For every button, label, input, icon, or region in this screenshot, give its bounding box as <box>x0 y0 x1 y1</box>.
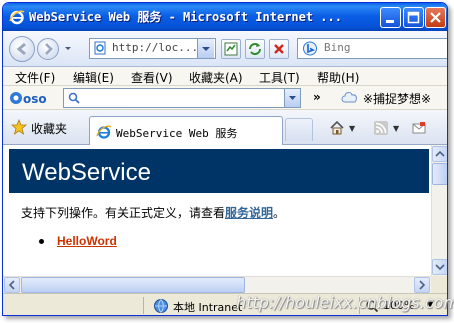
search-placeholder: Bing <box>324 41 351 54</box>
horizontal-scrollbar[interactable] <box>3 276 431 293</box>
favorites-button[interactable]: 收藏夹 <box>31 120 67 137</box>
menu-tools[interactable]: 工具(T) <box>259 69 300 86</box>
soso-catch-dream-button[interactable]: ※捕捉梦想※ <box>363 90 431 107</box>
recent-pages-dropdown-icon[interactable] <box>63 42 73 54</box>
feeds-icon[interactable] <box>373 120 389 136</box>
feeds-dropdown-button[interactable]: ▼ <box>393 124 399 133</box>
chevron-down-icon <box>289 96 296 100</box>
horizontal-scroll-thumb[interactable] <box>21 277 245 293</box>
title-bar[interactable]: WebService Web 服务 - Microsoft Internet .… <box>3 3 447 31</box>
chevron-left-icon <box>8 280 15 290</box>
scroll-up-button[interactable] <box>432 146 447 162</box>
soso-search-input[interactable] <box>63 88 301 108</box>
maximize-button[interactable] <box>403 7 424 28</box>
cloud-icon[interactable] <box>341 90 359 104</box>
list-bullet <box>39 239 44 244</box>
intro-text: 支持下列操作。有关正式定义，请查看服务说明。 <box>21 204 285 221</box>
tab-label: WebService Web 服务 <box>116 127 238 140</box>
address-url: http://loc... <box>112 41 199 54</box>
ie-page-icon <box>96 125 112 139</box>
menu-edit[interactable]: 编辑(E) <box>73 69 114 86</box>
menu-view[interactable]: 查看(V) <box>131 69 173 86</box>
compatibility-view-button[interactable] <box>221 39 241 59</box>
minimize-button[interactable] <box>380 7 401 28</box>
compatibility-icon <box>224 42 238 56</box>
mail-icon[interactable] <box>411 120 427 136</box>
refresh-button[interactable] <box>245 39 265 59</box>
forward-arrow-icon <box>45 43 53 55</box>
chevron-down-icon <box>435 264 445 271</box>
soso-toolbar: oso » ※捕捉梦想※ <box>3 86 447 110</box>
service-description-link[interactable]: 服务说明 <box>225 206 273 220</box>
search-icon <box>68 92 80 104</box>
stop-icon <box>274 44 284 54</box>
svg-text:oso: oso <box>23 92 47 106</box>
bing-logo-icon <box>303 41 317 56</box>
status-divider <box>143 297 144 314</box>
chevron-right-icon <box>419 280 426 290</box>
close-button[interactable] <box>425 7 446 28</box>
chevron-down-icon <box>202 47 210 51</box>
vertical-scroll-thumb[interactable] <box>432 163 447 185</box>
chevron-up-icon <box>435 150 445 157</box>
menu-file[interactable]: 文件(F) <box>15 69 55 86</box>
intro-suffix: 。 <box>273 206 286 220</box>
soso-dropdown-button[interactable] <box>284 89 300 107</box>
menu-help[interactable]: 帮助(H) <box>317 69 359 86</box>
scroll-right-button[interactable] <box>414 277 430 293</box>
home-icon[interactable] <box>329 120 345 136</box>
browser-window: WebService Web 服务 - Microsoft Internet .… <box>2 2 448 316</box>
favorites-star-icon[interactable] <box>11 119 27 135</box>
minimize-icon <box>386 20 394 23</box>
page-icon <box>94 41 106 55</box>
refresh-icon <box>249 43 261 55</box>
security-zone-label[interactable]: 本地 Intranet <box>173 299 242 315</box>
soso-logo-icon[interactable]: oso <box>9 89 55 107</box>
maximize-icon <box>407 11 420 24</box>
address-dropdown-button[interactable] <box>197 39 214 58</box>
vertical-scrollbar[interactable] <box>431 145 447 276</box>
favorites-bar: 收藏夹 WebService Web 服务 ▼ ▼ <box>3 110 447 145</box>
tab-webservice[interactable]: WebService Web 服务 <box>89 116 283 145</box>
scroll-left-button[interactable] <box>4 277 20 293</box>
menu-bar: 文件(F) 编辑(E) 查看(V) 收藏夹(A) 工具(T) 帮助(H) <box>3 67 447 86</box>
intro-prefix: 支持下列操作。有关正式定义，请查看 <box>21 206 226 220</box>
search-box[interactable]: Bing <box>297 38 447 59</box>
back-button[interactable] <box>9 36 35 62</box>
scrollbar-corner <box>431 276 447 293</box>
toolbar-overflow-button[interactable]: » <box>313 90 321 104</box>
page-header: WebService <box>9 149 429 193</box>
back-arrow-icon <box>16 42 26 56</box>
ie-logo-icon <box>9 10 25 25</box>
forward-button[interactable] <box>37 38 59 60</box>
new-tab-button[interactable] <box>285 118 313 141</box>
page-title: WebService <box>22 159 151 186</box>
scroll-down-button[interactable] <box>432 259 447 275</box>
home-dropdown-button[interactable]: ▼ <box>349 124 355 133</box>
page-content: WebService 支持下列操作。有关正式定义，请查看服务说明。 HelloW… <box>3 145 431 276</box>
close-icon <box>430 12 441 23</box>
watermark-text: http://houleixx.cnblogs.com <box>236 293 454 312</box>
intranet-zone-icon <box>154 299 168 313</box>
address-toolbar: http://loc... Bing <box>3 31 447 67</box>
operation-link-helloword[interactable]: HelloWord <box>57 234 117 248</box>
menu-favorites[interactable]: 收藏夹(A) <box>189 69 243 86</box>
stop-button[interactable] <box>269 39 289 59</box>
window-title: WebService Web 服务 - Microsoft Internet .… <box>29 10 342 24</box>
